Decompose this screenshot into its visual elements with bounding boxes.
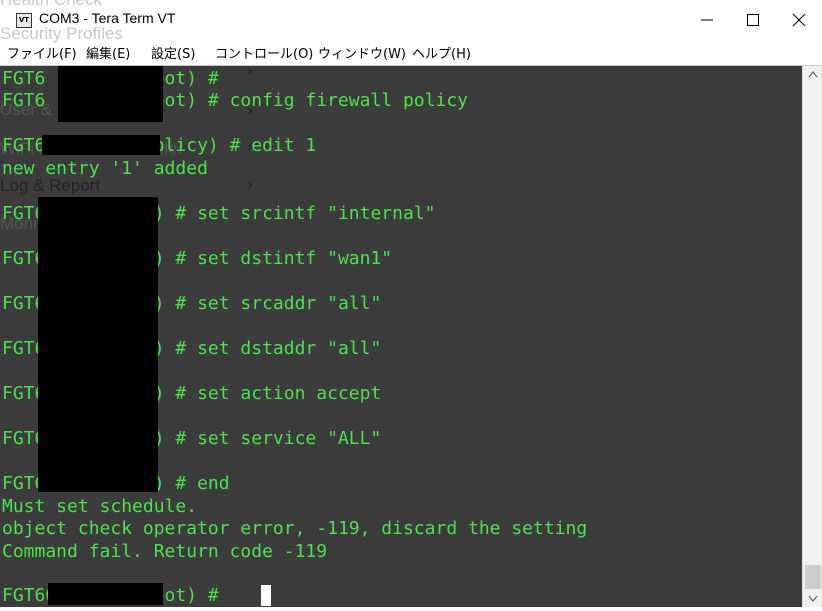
chevron-right-icon: › — [247, 176, 253, 194]
menu-settings[interactable]: 設定(S) — [151, 43, 195, 62]
scrollbar-thumb[interactable] — [805, 565, 821, 589]
arrow-down-icon — [808, 595, 818, 602]
terminal-area[interactable]: User & WiFi & Switch Controller Log & Re… — [0, 66, 802, 607]
close-button[interactable] — [776, 0, 822, 40]
terminal-line: object check operator error, -119, disca… — [2, 518, 588, 539]
redaction-box — [42, 135, 160, 155]
menu-help[interactable]: ヘルプ(H) — [412, 43, 471, 62]
menu-control[interactable]: コントロール(O) — [215, 43, 313, 62]
menu-file[interactable]: ファイル(F) — [7, 43, 77, 62]
scroll-down-button[interactable] — [803, 590, 822, 607]
chevron-right-icon: › — [247, 66, 253, 80]
scroll-up-button[interactable] — [803, 66, 822, 83]
menu-bar: ファイル(F) 編集(E) 設定(S) コントロール(O) ウィンドウ(W) ヘ… — [0, 40, 822, 66]
ghost-security-profiles: Security Profiles — [0, 24, 123, 43]
terminal-line: Must set schedule. — [2, 496, 198, 517]
minimize-icon — [701, 19, 713, 21]
minimize-button[interactable] — [684, 0, 730, 40]
title-bar: VT COM3 - Tera Term VT — [0, 0, 822, 40]
menu-window[interactable]: ウィンドウ(W) — [318, 43, 406, 62]
redaction-box — [58, 66, 163, 122]
maximize-icon — [747, 14, 759, 26]
terminal-line: new entry '1' added — [2, 158, 208, 179]
arrow-up-icon — [808, 71, 818, 78]
ghost-health-check: Health Check — [0, 0, 102, 10]
menu-edit[interactable]: 編集(E) — [86, 43, 130, 62]
redaction-box — [38, 197, 158, 492]
maximize-button[interactable] — [730, 0, 776, 40]
terminal-line: Command fail. Return code -119 — [2, 541, 328, 562]
vertical-scrollbar[interactable] — [802, 66, 822, 607]
redaction-box — [48, 583, 163, 605]
close-icon — [792, 13, 806, 27]
text-cursor — [261, 585, 271, 606]
